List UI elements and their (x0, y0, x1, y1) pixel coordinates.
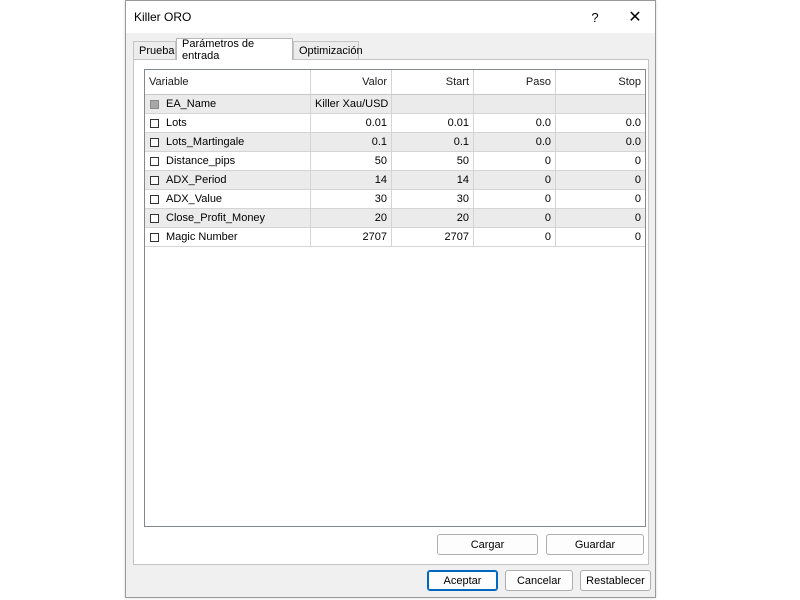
start-cell[interactable]: 14 (392, 171, 474, 189)
column-header-variable[interactable]: Variable (145, 70, 311, 94)
variable-cell: Close_Profit_Money (145, 209, 311, 227)
start-cell[interactable] (392, 95, 474, 113)
variable-cell: Lots_Martingale (145, 133, 311, 151)
variable-cell: Distance_pips (145, 152, 311, 170)
start-cell[interactable]: 0.1 (392, 133, 474, 151)
window-title: Killer ORO (134, 10, 192, 24)
table-row[interactable]: Lots 0.01 0.01 0.0 0.0 (145, 114, 645, 133)
tab-prueba[interactable]: Prueba (133, 41, 176, 59)
start-cell[interactable]: 2707 (392, 228, 474, 246)
parameters-grid: Variable Valor Start Paso Stop EA_Name K… (144, 69, 646, 527)
variable-name: EA_Name (166, 98, 217, 110)
valor-cell[interactable]: Killer Xau/USD (311, 95, 392, 113)
table-row[interactable]: Close_Profit_Money 20 20 0 0 (145, 209, 645, 228)
optimize-checkbox[interactable] (150, 232, 159, 242)
stop-cell[interactable]: 0 (556, 152, 645, 170)
paso-cell[interactable]: 0.0 (474, 114, 556, 132)
stop-cell[interactable]: 0.0 (556, 114, 645, 132)
help-button[interactable]: ? (583, 5, 607, 29)
start-cell[interactable]: 30 (392, 190, 474, 208)
tab-parametros-de-entrada[interactable]: Parámetros de entrada (176, 38, 293, 62)
variable-cell: ADX_Period (145, 171, 311, 189)
paso-cell[interactable]: 0 (474, 228, 556, 246)
variable-name: ADX_Value (166, 193, 223, 205)
paso-cell[interactable]: 0 (474, 152, 556, 170)
valor-cell[interactable]: 2707 (311, 228, 392, 246)
guardar-button[interactable]: Guardar (546, 534, 644, 555)
close-button[interactable]: ✕ (623, 5, 647, 29)
optimize-checkbox (150, 99, 159, 109)
variable-name: Lots (166, 117, 187, 129)
table-row[interactable]: Magic Number 2707 2707 0 0 (145, 228, 645, 247)
start-cell[interactable]: 0.01 (392, 114, 474, 132)
title-bar: Killer ORO ? ✕ (126, 1, 655, 33)
table-row[interactable]: ADX_Period 14 14 0 0 (145, 171, 645, 190)
variable-name: Close_Profit_Money (166, 212, 266, 224)
optimize-checkbox[interactable] (150, 213, 159, 223)
stop-cell[interactable]: 0.0 (556, 133, 645, 151)
table-row[interactable]: Distance_pips 50 50 0 0 (145, 152, 645, 171)
optimize-checkbox[interactable] (150, 175, 159, 185)
valor-cell[interactable]: 14 (311, 171, 392, 189)
paso-cell[interactable]: 0.0 (474, 133, 556, 151)
optimize-checkbox[interactable] (150, 137, 159, 147)
stop-cell[interactable]: 0 (556, 209, 645, 227)
valor-cell[interactable]: 20 (311, 209, 392, 227)
tab-optimizacion[interactable]: Optimización (293, 41, 363, 59)
table-row[interactable]: ADX_Value 30 30 0 0 (145, 190, 645, 209)
column-header-paso[interactable]: Paso (474, 70, 556, 94)
variable-name: Magic Number (166, 231, 238, 243)
tab-strip: Prueba Parámetros de entrada Optimizació… (126, 38, 655, 62)
optimize-checkbox[interactable] (150, 118, 159, 128)
variable-name: ADX_Period (166, 174, 227, 186)
cargar-button[interactable]: Cargar (437, 534, 538, 555)
stop-cell[interactable] (556, 95, 645, 113)
tab-panel-parametros: Variable Valor Start Paso Stop EA_Name K… (133, 59, 649, 565)
start-cell[interactable]: 20 (392, 209, 474, 227)
variable-name: Distance_pips (166, 155, 236, 167)
paso-cell[interactable] (474, 95, 556, 113)
stop-cell[interactable]: 0 (556, 228, 645, 246)
valor-cell[interactable]: 0.1 (311, 133, 392, 151)
dialog-window: Killer ORO ? ✕ Prueba Parámetros de entr… (125, 0, 656, 598)
variable-name: Lots_Martingale (166, 136, 245, 148)
stop-cell[interactable]: 0 (556, 171, 645, 189)
column-header-valor[interactable]: Valor (311, 70, 392, 94)
grid-header: Variable Valor Start Paso Stop (145, 70, 645, 95)
paso-cell[interactable]: 0 (474, 171, 556, 189)
table-row[interactable]: Lots_Martingale 0.1 0.1 0.0 0.0 (145, 133, 645, 152)
valor-cell[interactable]: 30 (311, 190, 392, 208)
start-cell[interactable]: 50 (392, 152, 474, 170)
paso-cell[interactable]: 0 (474, 209, 556, 227)
valor-cell[interactable]: 0.01 (311, 114, 392, 132)
variable-cell: Lots (145, 114, 311, 132)
restablecer-button[interactable]: Restablecer (580, 570, 651, 591)
variable-cell: EA_Name (145, 95, 311, 113)
valor-cell[interactable]: 50 (311, 152, 392, 170)
paso-cell[interactable]: 0 (474, 190, 556, 208)
table-row[interactable]: EA_Name Killer Xau/USD (145, 95, 645, 114)
aceptar-button[interactable]: Aceptar (427, 570, 498, 591)
stop-cell[interactable]: 0 (556, 190, 645, 208)
cancelar-button[interactable]: Cancelar (505, 570, 573, 591)
column-header-stop[interactable]: Stop (556, 70, 645, 94)
optimize-checkbox[interactable] (150, 194, 159, 204)
column-header-start[interactable]: Start (392, 70, 474, 94)
variable-cell: Magic Number (145, 228, 311, 246)
optimize-checkbox[interactable] (150, 156, 159, 166)
variable-cell: ADX_Value (145, 190, 311, 208)
